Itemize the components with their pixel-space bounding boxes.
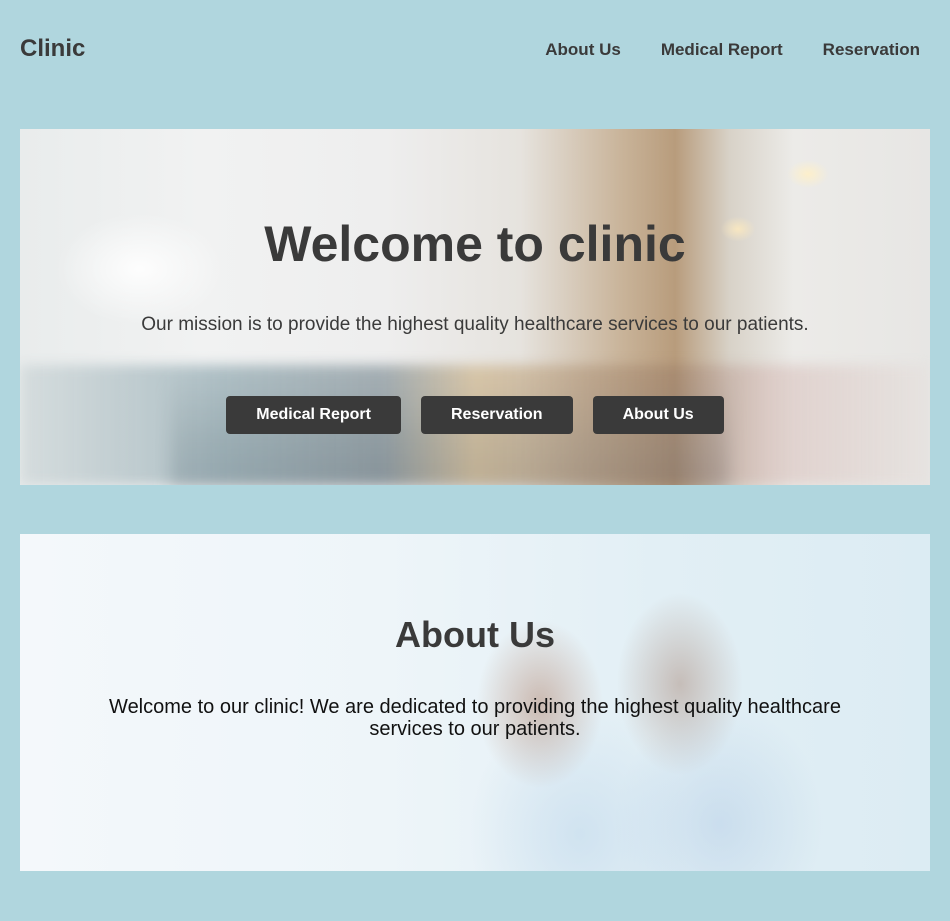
site-header: Clinic About Us Medical Report Reservati… <box>0 0 950 98</box>
about-title: About Us <box>395 614 555 655</box>
hero-section: Welcome to clinic Our mission is to prov… <box>20 129 930 485</box>
main-nav: About Us Medical Report Reservation <box>545 40 920 60</box>
about-section: About Us Welcome to our clinic! We are d… <box>20 534 930 871</box>
hero-subtitle: Our mission is to provide the highest qu… <box>141 314 809 335</box>
brand-logo[interactable]: Clinic <box>20 35 85 63</box>
nav-link-reservation[interactable]: Reservation <box>823 40 920 60</box>
about-text: Welcome to our clinic! We are dedicated … <box>109 696 841 740</box>
hero-title: Welcome to clinic <box>264 216 686 272</box>
reservation-button[interactable]: Reservation <box>420 396 573 434</box>
hero-button-group: Medical Report Reservation About Us <box>20 396 930 434</box>
nav-link-about-us[interactable]: About Us <box>545 40 621 60</box>
about-us-button[interactable]: About Us <box>592 396 724 434</box>
medical-report-button[interactable]: Medical Report <box>226 396 401 434</box>
nav-link-medical-report[interactable]: Medical Report <box>661 40 783 60</box>
